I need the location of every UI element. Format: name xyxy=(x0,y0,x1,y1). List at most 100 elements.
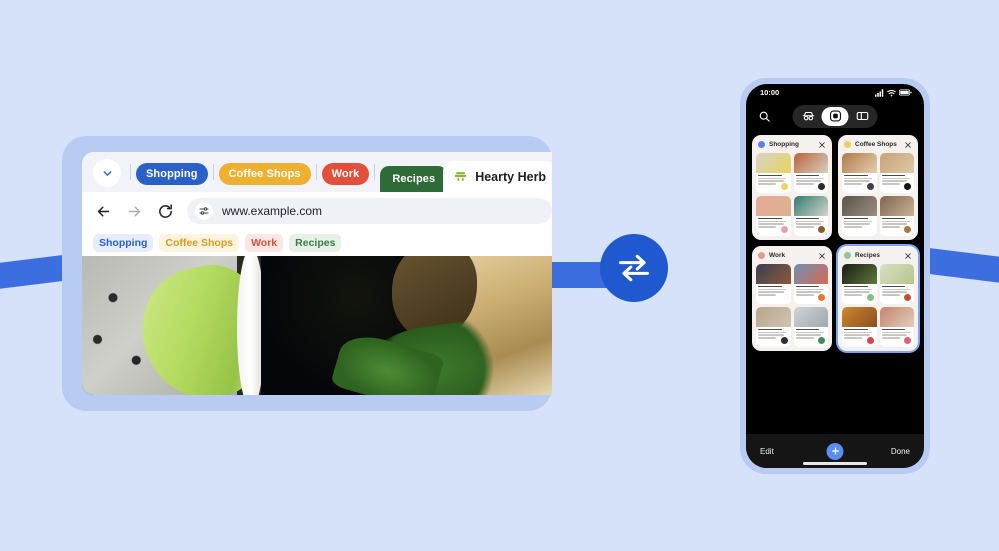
segment-incognito[interactable] xyxy=(795,107,822,126)
group-color-dot xyxy=(844,252,851,259)
recipe-site-favicon xyxy=(455,172,467,181)
add-tab-button[interactable] xyxy=(826,442,844,460)
card-title: Coffee Shops xyxy=(855,141,897,148)
close-icon[interactable] xyxy=(818,141,826,149)
ribbon-segment-left xyxy=(0,254,70,290)
segment-tabs[interactable] xyxy=(849,107,876,126)
thumbnail[interactable] xyxy=(756,196,791,236)
phone-status-bar: 10:00 xyxy=(746,84,924,101)
tab-group-work[interactable]: Work xyxy=(321,163,370,185)
sync-arrows-icon xyxy=(619,254,649,282)
close-icon[interactable] xyxy=(904,141,912,149)
status-clock: 10:00 xyxy=(760,88,780,97)
thumbnail[interactable] xyxy=(842,307,877,347)
browser-toolbar: www.example.com xyxy=(82,192,552,230)
bookmark-label: Work xyxy=(251,237,278,249)
card-header: Shopping xyxy=(756,139,828,150)
battery-icon xyxy=(899,89,912,96)
tab-group-card-work[interactable]: Work xyxy=(752,246,832,351)
close-icon[interactable] xyxy=(904,252,912,260)
search-icon[interactable] xyxy=(758,110,771,123)
tab-separator xyxy=(130,164,131,180)
ribbon-segment-right xyxy=(930,248,999,284)
close-icon[interactable] xyxy=(818,252,826,260)
cellular-signal-icon xyxy=(875,88,884,97)
plus-icon xyxy=(831,447,839,455)
card-title: Recipes xyxy=(855,252,880,259)
thumbnail[interactable] xyxy=(793,153,828,193)
tab-mode-segmented-control xyxy=(792,104,878,128)
active-tab-title: Hearty Herb xyxy=(475,169,547,184)
active-browser-tab[interactable]: Hearty Herb xyxy=(443,161,552,192)
chevron-down-icon[interactable] xyxy=(93,159,121,187)
tab-group-label: Shopping xyxy=(146,168,198,180)
wifi-icon xyxy=(887,89,896,96)
thumbnail[interactable] xyxy=(793,196,828,236)
tab-group-coffee-shops[interactable]: Coffee Shops xyxy=(218,163,311,185)
tabs-icon xyxy=(856,111,868,121)
forward-arrow-icon[interactable] xyxy=(125,202,143,220)
card-header: Recipes xyxy=(842,250,914,261)
page-content-photo xyxy=(82,256,552,395)
tab-group-card-grid: Shopping Coffee Shops Work Recipes xyxy=(746,131,924,434)
card-thumbnail-grid xyxy=(756,264,828,347)
bookmarks-bar: Shopping Coffee Shops Work Recipes xyxy=(82,230,552,256)
address-bar-url: www.example.com xyxy=(222,204,323,218)
thumbnail[interactable] xyxy=(793,307,828,347)
card-header: Coffee Shops xyxy=(842,139,914,150)
thumbnail[interactable] xyxy=(879,196,914,236)
tab-separator xyxy=(374,164,376,180)
card-thumbnail-grid xyxy=(842,153,914,236)
thumbnail[interactable] xyxy=(793,264,828,304)
tab-group-label: Work xyxy=(331,168,360,180)
thumbnail[interactable] xyxy=(842,153,877,193)
tab-group-card-recipes[interactable]: Recipes xyxy=(838,246,918,351)
done-button[interactable]: Done xyxy=(891,447,910,456)
bookmark-shopping[interactable]: Shopping xyxy=(93,234,154,252)
tab-groups-icon xyxy=(829,110,841,122)
back-arrow-icon[interactable] xyxy=(94,202,112,220)
tablet-device: Shopping Coffee Shops Work Recipes Heart… xyxy=(62,136,552,411)
tune-icon[interactable] xyxy=(195,202,213,220)
thumbnail[interactable] xyxy=(879,307,914,347)
group-color-dot xyxy=(844,141,851,148)
thumbnail[interactable] xyxy=(756,307,791,347)
group-color-dot xyxy=(758,141,765,148)
incognito-icon xyxy=(802,111,814,121)
bookmark-label: Recipes xyxy=(295,237,336,249)
segment-tab-groups[interactable] xyxy=(821,106,849,126)
tablet-screen: Shopping Coffee Shops Work Recipes Heart… xyxy=(82,152,552,395)
card-thumbnail-grid xyxy=(842,264,914,347)
tab-group-shopping[interactable]: Shopping xyxy=(136,163,208,185)
edit-button[interactable]: Edit xyxy=(760,447,774,456)
thumbnail[interactable] xyxy=(756,264,791,304)
sync-badge xyxy=(600,234,668,302)
bookmark-label: Shopping xyxy=(99,237,148,249)
thumbnail[interactable] xyxy=(879,264,914,304)
tab-separator xyxy=(315,164,317,180)
card-thumbnail-grid xyxy=(756,153,828,236)
group-color-dot xyxy=(758,252,765,259)
card-title: Work xyxy=(769,252,786,259)
tab-separator xyxy=(212,164,214,180)
tab-group-card-shopping[interactable]: Shopping xyxy=(752,135,832,240)
bookmark-label: Coffee Shops xyxy=(165,237,234,249)
status-indicators xyxy=(875,88,912,97)
card-header: Work xyxy=(756,250,828,261)
thumbnail[interactable] xyxy=(842,196,877,236)
thumbnail[interactable] xyxy=(879,153,914,193)
bookmark-coffee-shops[interactable]: Coffee Shops xyxy=(159,234,240,252)
bookmark-recipes[interactable]: Recipes xyxy=(289,234,342,252)
tab-group-card-coffee-shops[interactable]: Coffee Shops xyxy=(838,135,918,240)
reload-icon[interactable] xyxy=(156,202,174,220)
thumbnail[interactable] xyxy=(756,153,791,193)
card-title: Shopping xyxy=(769,141,799,148)
phone-tab-switcher-toolbar xyxy=(746,101,924,131)
address-bar[interactable]: www.example.com xyxy=(187,198,552,224)
thumbnail[interactable] xyxy=(842,264,877,304)
tab-group-recipes[interactable]: Recipes xyxy=(380,166,448,192)
bookmark-work[interactable]: Work xyxy=(245,234,284,252)
tab-group-label: Coffee Shops xyxy=(228,168,301,180)
phone-bottom-bar: Edit Done xyxy=(746,434,924,468)
phone-device: 10:00 Shopping Coffee Shops Work Recipes… xyxy=(740,78,930,474)
